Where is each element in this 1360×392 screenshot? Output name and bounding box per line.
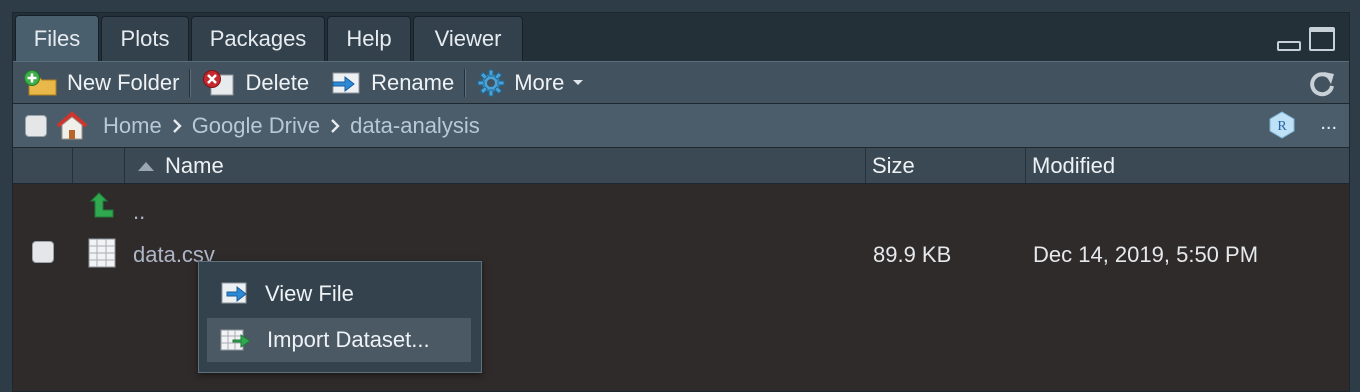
view-file-icon bbox=[221, 282, 247, 304]
select-all-checkbox[interactable] bbox=[25, 114, 47, 137]
file-modified: Dec 14, 2019, 5:50 PM bbox=[1033, 242, 1259, 267]
chevron-right-icon bbox=[331, 118, 340, 133]
tab-plots[interactable]: Plots bbox=[101, 16, 189, 61]
files-toolbar: New Folder Delete Rename More bbox=[13, 61, 1349, 104]
more-label: More bbox=[514, 69, 565, 95]
menu-item-label: Import Dataset... bbox=[267, 327, 430, 352]
delete-button[interactable]: Delete bbox=[191, 62, 319, 103]
file-list-header: Name Size Modified bbox=[13, 148, 1349, 184]
row-checkbox[interactable] bbox=[32, 241, 54, 263]
import-dataset-icon bbox=[220, 329, 251, 351]
refresh-icon bbox=[1310, 72, 1334, 97]
file-context-menu: View File Import Dataset... bbox=[198, 261, 482, 373]
breadcrumb-google-drive[interactable]: Google Drive bbox=[192, 113, 320, 139]
breadcrumb-home[interactable]: Home bbox=[103, 113, 162, 139]
file-name[interactable]: .. bbox=[133, 199, 145, 225]
header-modified-label: Modified bbox=[1032, 152, 1116, 178]
header-name-label: Name bbox=[165, 152, 224, 178]
refresh-button[interactable] bbox=[1307, 69, 1337, 104]
tab-bar: Files Plots Packages Help Viewer bbox=[13, 13, 1349, 62]
breadcrumb-data-analysis[interactable]: data-analysis bbox=[350, 113, 480, 139]
new-folder-label: New Folder bbox=[67, 69, 180, 95]
delete-icon bbox=[203, 69, 234, 95]
header-name[interactable]: Name bbox=[125, 148, 866, 183]
gear-icon bbox=[477, 69, 505, 96]
r-project-button[interactable]: R bbox=[1267, 110, 1297, 145]
header-modified[interactable]: Modified bbox=[1026, 148, 1349, 183]
breadcrumb: Home Google Drive data-analysis R ... bbox=[13, 104, 1349, 148]
maximize-pane-button[interactable] bbox=[1309, 27, 1335, 51]
file-size: 89.9 KB bbox=[873, 242, 952, 267]
csv-file-icon bbox=[88, 238, 116, 268]
menu-item-import-dataset[interactable]: Import Dataset... bbox=[207, 318, 471, 362]
tab-files[interactable]: Files bbox=[15, 15, 99, 62]
header-checkbox-column bbox=[13, 148, 73, 183]
more-button[interactable]: More bbox=[466, 62, 594, 103]
tab-help[interactable]: Help bbox=[327, 16, 411, 61]
header-size-label: Size bbox=[872, 152, 915, 178]
tab-viewer[interactable]: Viewer bbox=[413, 16, 523, 61]
header-icon-column bbox=[73, 148, 125, 183]
rename-icon bbox=[332, 72, 360, 93]
parent-directory-icon bbox=[89, 192, 114, 218]
chevron-right-icon bbox=[172, 118, 182, 133]
menu-item-view-file[interactable]: View File bbox=[207, 272, 471, 316]
home-icon[interactable] bbox=[55, 110, 89, 141]
go-to-directory-button[interactable]: ... bbox=[1320, 112, 1337, 135]
rename-label: Rename bbox=[371, 69, 455, 95]
new-folder-icon bbox=[24, 69, 57, 95]
chevron-down-icon bbox=[573, 79, 584, 85]
svg-text:R: R bbox=[1277, 119, 1287, 134]
sort-ascending-icon bbox=[138, 161, 154, 171]
list-item[interactable]: .. bbox=[13, 185, 1349, 225]
minimize-pane-button[interactable] bbox=[1277, 41, 1301, 51]
tab-packages[interactable]: Packages bbox=[191, 16, 325, 61]
new-folder-button[interactable]: New Folder bbox=[13, 62, 189, 103]
files-pane: Files Plots Packages Help Viewer New Fol… bbox=[12, 12, 1350, 392]
r-project-icon: R bbox=[1269, 111, 1295, 139]
rename-button[interactable]: Rename bbox=[319, 62, 464, 103]
menu-item-label: View File bbox=[265, 281, 354, 306]
delete-label: Delete bbox=[245, 69, 310, 95]
header-size[interactable]: Size bbox=[866, 148, 1026, 183]
